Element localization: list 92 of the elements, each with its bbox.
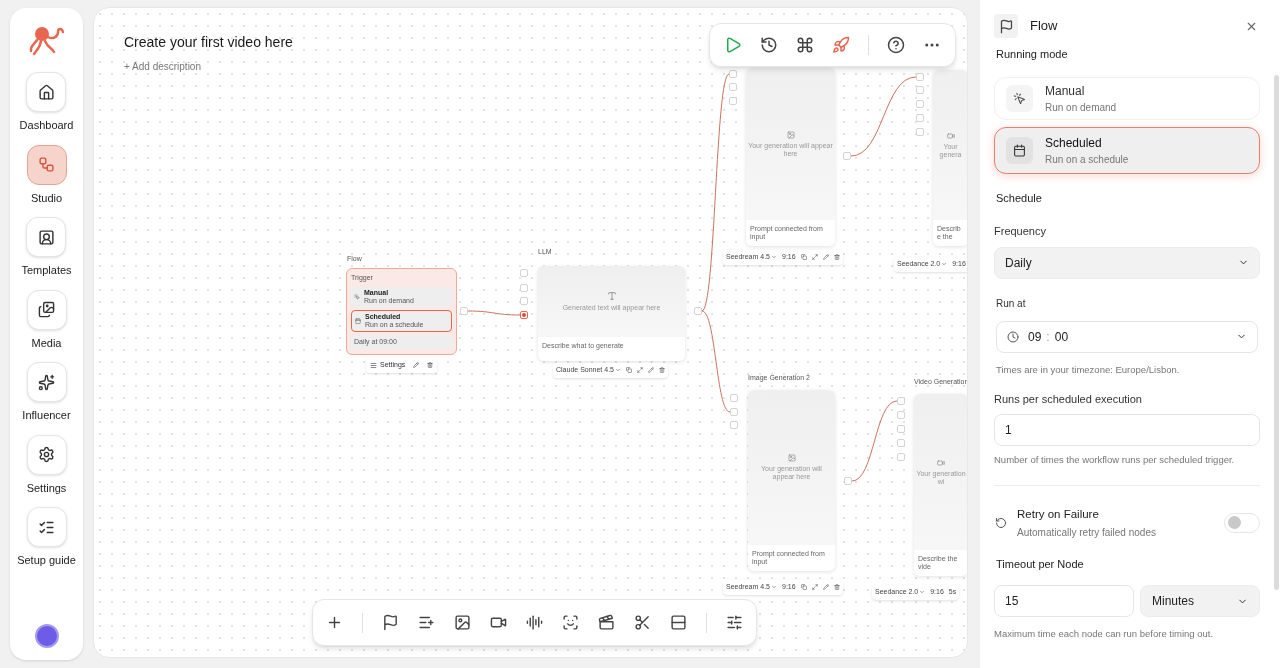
history-icon[interactable] <box>760 36 778 54</box>
chevron-down-icon <box>941 261 948 268</box>
delete-icon[interactable] <box>833 584 840 591</box>
avatar[interactable] <box>34 624 59 648</box>
pointer-click-icon <box>1013 91 1026 105</box>
text-type-icon <box>606 291 617 301</box>
running-mode-option[interactable]: Scheduled Run on a schedule <box>994 126 1260 174</box>
image-icon <box>787 454 796 462</box>
face-scan-icon[interactable] <box>562 614 579 631</box>
image-icon <box>786 130 795 139</box>
scrollbar[interactable] <box>1274 75 1279 590</box>
clock-icon <box>1007 330 1019 343</box>
audio-wave-icon[interactable] <box>526 614 543 631</box>
sidebar-item-label: Setup guide <box>17 553 76 568</box>
delete-icon[interactable] <box>833 254 840 261</box>
running-mode-option[interactable]: Manual Run on demand <box>994 76 1260 120</box>
hour-value[interactable]: 09 <box>1028 327 1042 346</box>
split-panel-icon[interactable] <box>670 614 687 631</box>
section-heading: Schedule <box>996 190 1043 206</box>
list-plus-icon[interactable] <box>418 614 435 631</box>
octopus-logo-icon <box>27 24 66 56</box>
time-separator: : <box>1046 328 1050 346</box>
clapperboard-icon[interactable] <box>598 614 615 631</box>
mode-description: Run on demand <box>1045 100 1117 115</box>
sidebar-item-icon <box>38 301 55 318</box>
edit-icon[interactable] <box>822 254 829 261</box>
runs-input[interactable]: 1 <box>994 414 1260 447</box>
expand-icon[interactable] <box>811 254 818 261</box>
retry-icon <box>995 516 1007 529</box>
chevron-down-icon <box>615 367 621 374</box>
timeout-input[interactable]: 15 <box>994 585 1134 618</box>
add-description-link[interactable]: + Add description <box>124 59 293 74</box>
connector-line <box>468 310 520 316</box>
field-label: Run at <box>996 296 1027 311</box>
field-hint: Number of times the workflow runs per scheduled trigger. <box>994 453 1236 468</box>
video-camera-icon <box>937 458 945 467</box>
retry-toggle[interactable] <box>1224 512 1260 533</box>
copy-icon[interactable] <box>626 367 632 374</box>
field-hint: Maximum time each node can run before timing out. <box>994 627 1215 642</box>
edit-icon[interactable] <box>413 362 420 369</box>
help-icon[interactable] <box>887 36 905 54</box>
chevron-down-icon <box>771 254 777 261</box>
flow-title[interactable]: Create your first video here <box>124 32 293 53</box>
chevron-down-icon <box>771 584 777 591</box>
edit-icon[interactable] <box>648 367 654 374</box>
minute-value[interactable]: 00 <box>1054 327 1069 346</box>
calendar-icon <box>1013 143 1026 157</box>
retry-description: Automatically retry failed nodes <box>1017 525 1156 540</box>
sliders-icon[interactable] <box>726 614 743 631</box>
timeout-unit-select[interactable]: Minutes <box>1140 585 1260 618</box>
field-label: Runs per scheduled execution <box>994 391 1143 407</box>
frequency-select[interactable]: Daily <box>994 246 1260 279</box>
video-camera-icon <box>946 131 955 140</box>
field-hint: Times are in your timezone: Europe/Lisbon. <box>996 362 1181 377</box>
image-icon[interactable] <box>454 614 471 631</box>
time-picker[interactable]: 09 : 00 <box>996 320 1258 353</box>
sidebar-item-label: Influencer <box>22 408 71 423</box>
sidebar-item-label: Dashboard <box>19 118 74 133</box>
delete-icon[interactable] <box>659 367 665 374</box>
field-label: Frequency <box>994 224 1047 239</box>
add-icon[interactable] <box>326 614 343 631</box>
calendar-icon <box>355 317 361 324</box>
expand-icon[interactable] <box>811 584 818 591</box>
panel-title: Flow <box>1030 17 1058 36</box>
pointer-click-icon <box>354 293 360 300</box>
command-icon[interactable] <box>796 36 814 54</box>
flag-icon[interactable] <box>382 614 399 631</box>
mode-label: Manual <box>1045 82 1086 100</box>
retry-label: Retry on Failure <box>1017 506 1100 522</box>
sidebar-item-icon <box>38 446 55 463</box>
copy-icon[interactable] <box>800 584 807 591</box>
section-heading: Timeout per Node <box>996 556 1085 572</box>
copy-icon[interactable] <box>800 254 807 261</box>
scissors-icon[interactable] <box>634 614 651 631</box>
edit-icon[interactable] <box>822 584 829 591</box>
mode-label: Scheduled <box>1045 134 1103 152</box>
section-heading: Running mode <box>996 47 1069 62</box>
sidebar-item-icon <box>38 373 55 391</box>
sidebar-item-icon <box>38 156 55 173</box>
chevron-down-icon <box>919 589 926 596</box>
mode-description: Run on a schedule <box>1045 152 1129 167</box>
run-icon[interactable] <box>724 36 742 54</box>
sidebar-item-label: Templates <box>21 263 72 278</box>
sidebar-item-icon <box>38 228 55 246</box>
expand-icon[interactable] <box>637 367 643 374</box>
sidebar-item-label: Settings <box>26 480 67 496</box>
menu-icon <box>370 361 377 369</box>
sidebar-item-label: Media <box>31 335 62 351</box>
sidebar-item-icon <box>38 83 55 101</box>
delete-icon[interactable] <box>427 362 434 369</box>
sidebar-item-label: Studio <box>30 190 63 206</box>
rocket-icon[interactable] <box>832 36 850 54</box>
